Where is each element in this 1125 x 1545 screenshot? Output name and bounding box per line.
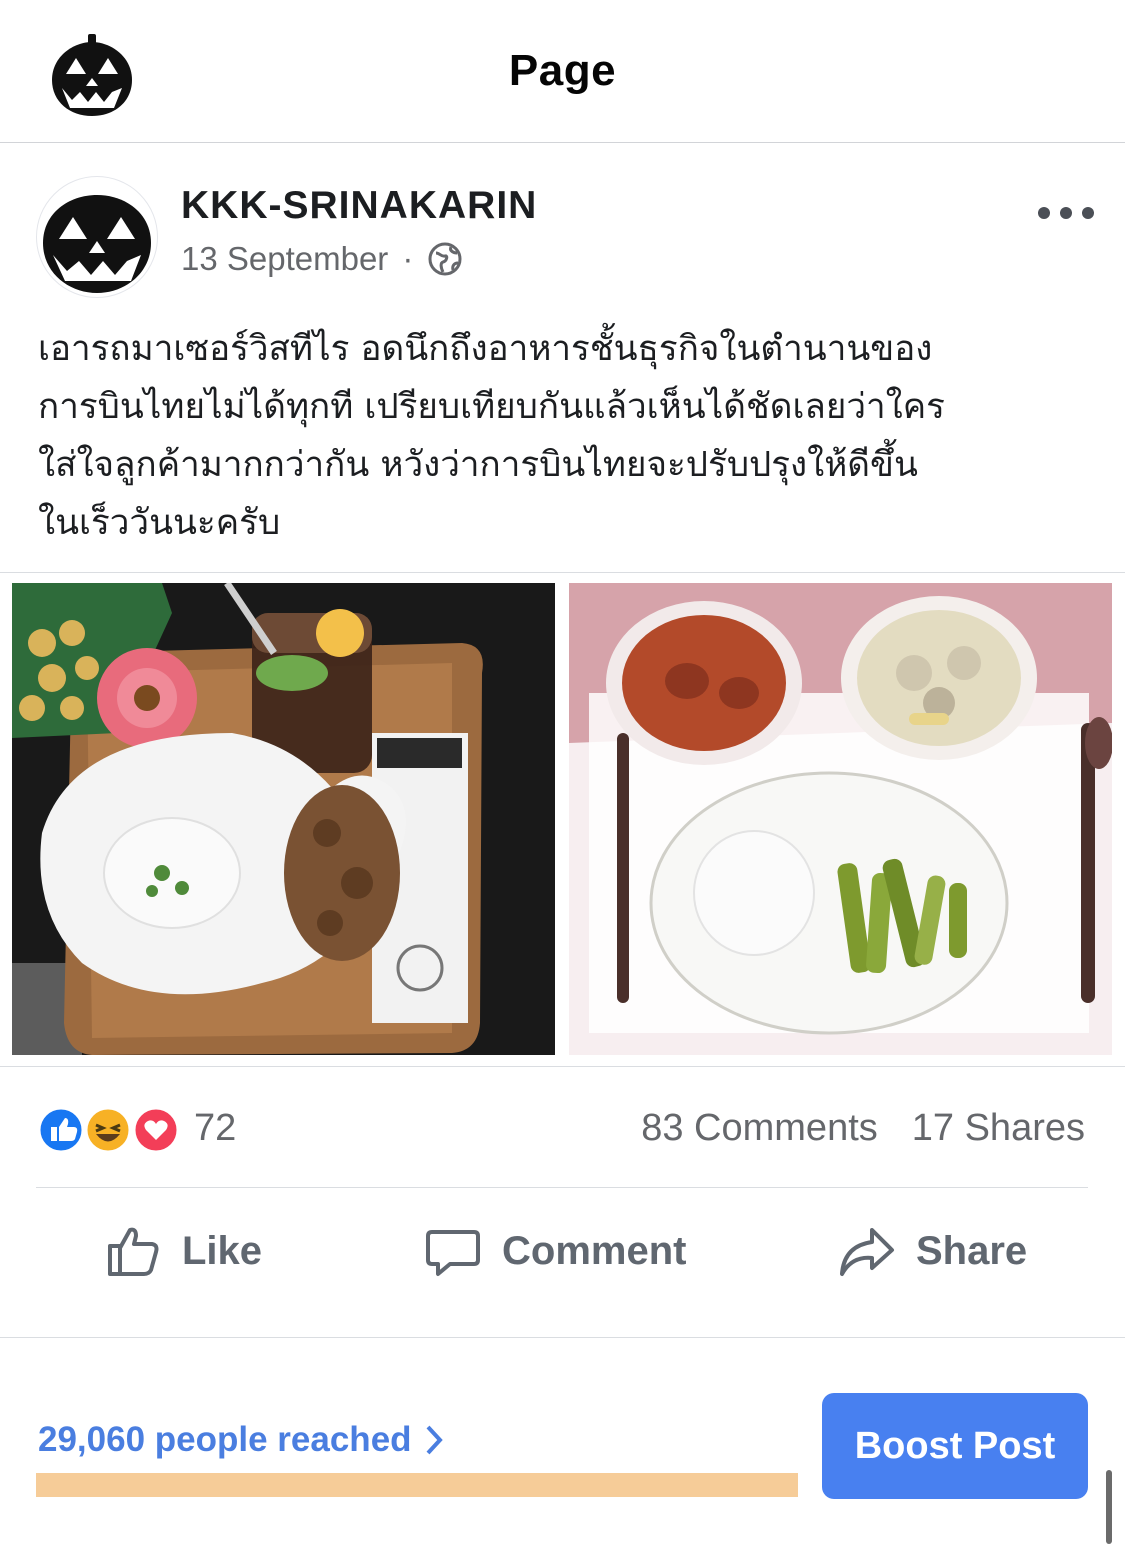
people-reached-label: 29,060 people reached [38, 1420, 412, 1459]
reaction-icons[interactable] [36, 1105, 186, 1155]
post-photo-2[interactable] [569, 583, 1112, 1055]
post-meta: 13 September · [181, 240, 463, 278]
divider [36, 1187, 1088, 1188]
divider [0, 1337, 1125, 1338]
comment-label: Comment [502, 1228, 687, 1273]
share-label: Share [916, 1228, 1028, 1273]
more-options-icon[interactable] [1038, 196, 1094, 230]
comment-bubble-icon [424, 1222, 482, 1280]
reach-progress-bar [36, 1473, 798, 1497]
post-date[interactable]: 13 September [181, 240, 388, 278]
reach-progress-fill [36, 1473, 798, 1497]
reactions-count[interactable]: 72 [194, 1107, 236, 1150]
page-title: Page [508, 46, 617, 95]
scrollbar[interactable] [1106, 1470, 1112, 1544]
post-text: เอารถมาเซอร์วิสทีไร อดนึกถึงอาหารชั้นธุร… [38, 329, 945, 543]
divider [0, 572, 1125, 573]
comment-button[interactable]: Comment [424, 1216, 686, 1286]
post-author-avatar[interactable] [36, 176, 158, 298]
engagement-stats: 83 Comments 17 Shares [641, 1107, 1085, 1150]
post-author-name[interactable]: KKK-SRINAKARIN [181, 184, 537, 228]
shares-count[interactable]: 17 Shares [912, 1107, 1085, 1150]
people-reached-link[interactable]: 29,060 people reached [38, 1420, 444, 1460]
boost-post-button[interactable]: Boost Post [822, 1393, 1088, 1499]
like-label: Like [182, 1228, 263, 1273]
post-photo-1[interactable] [12, 583, 555, 1055]
divider [0, 1066, 1125, 1067]
chevron-right-icon [424, 1423, 444, 1457]
thumbs-up-icon [104, 1222, 162, 1280]
share-button[interactable]: Share [838, 1216, 1027, 1286]
like-button[interactable]: Like [104, 1216, 262, 1286]
share-arrow-icon [838, 1222, 896, 1280]
comments-count[interactable]: 83 Comments [641, 1107, 878, 1150]
globe-icon [427, 241, 463, 277]
meta-separator: · [402, 240, 414, 277]
